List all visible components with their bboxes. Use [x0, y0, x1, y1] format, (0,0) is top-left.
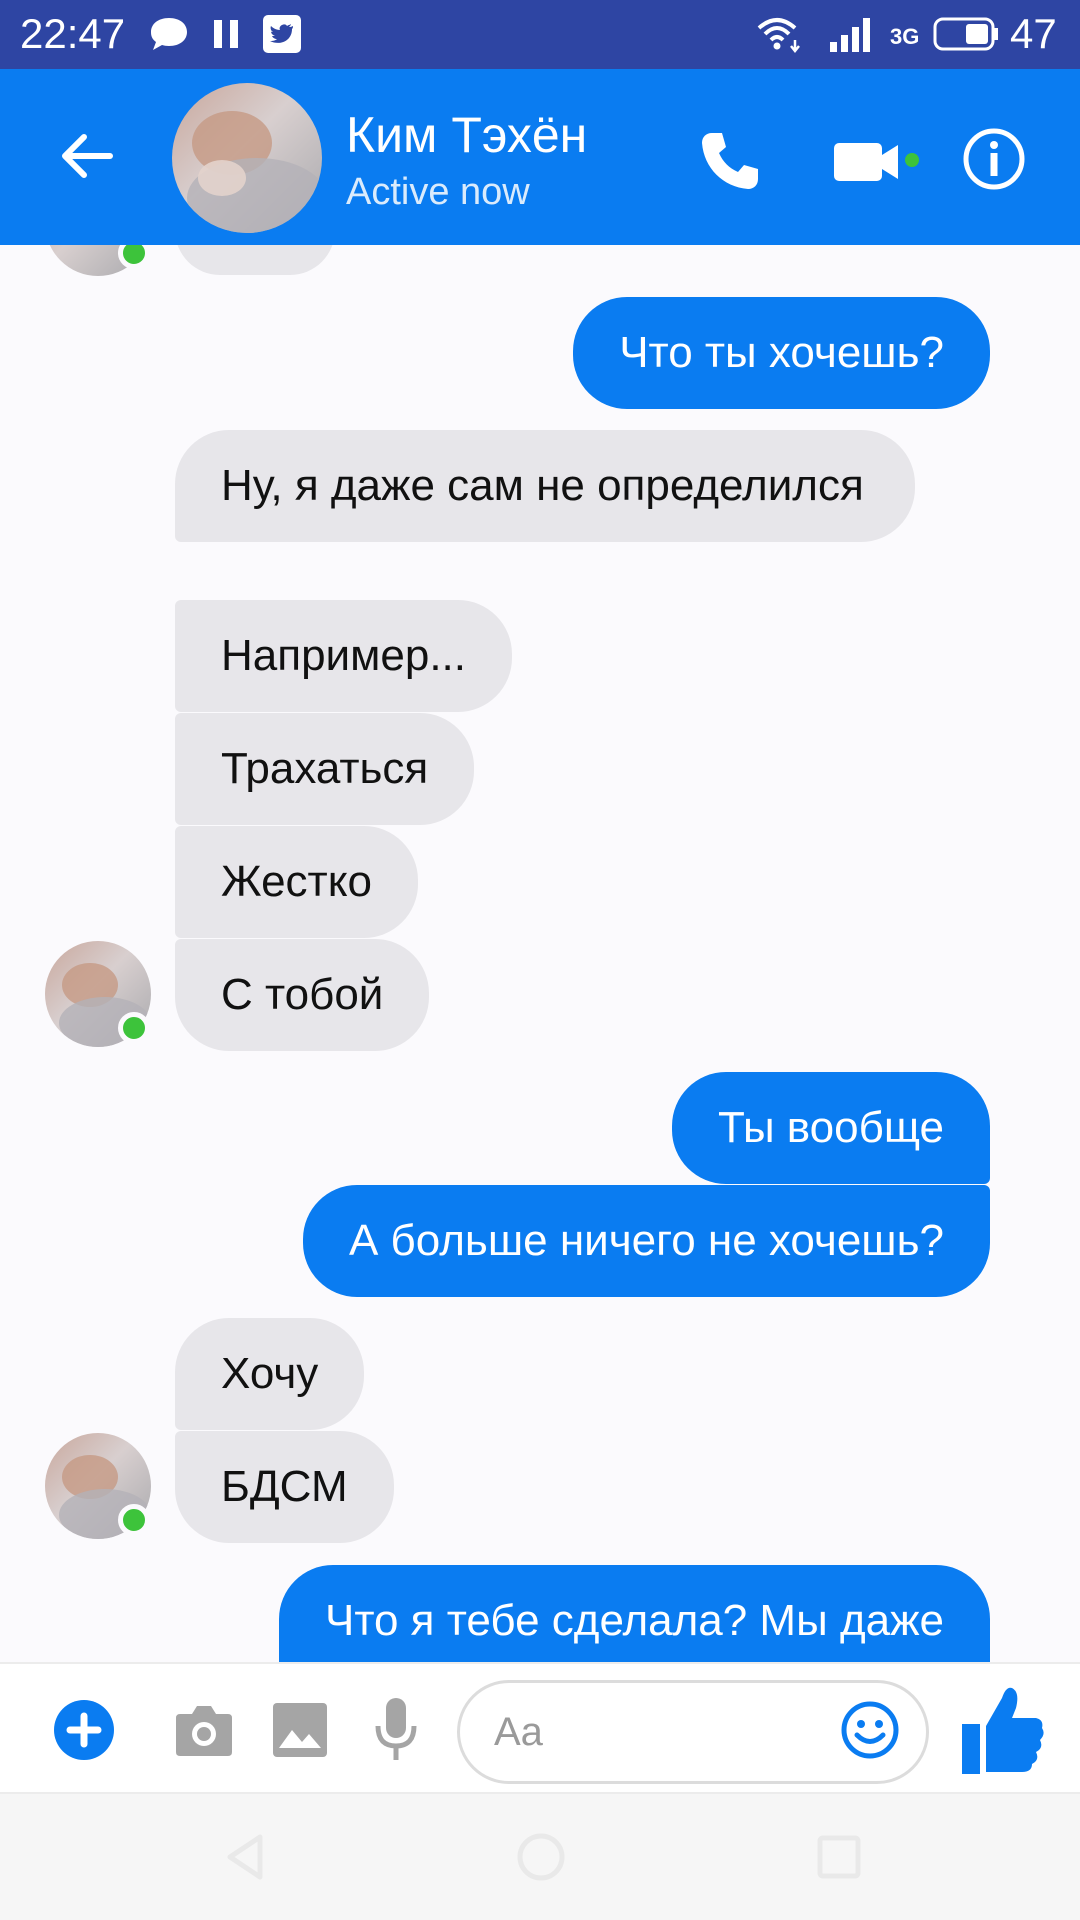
incoming-message[interactable]: Хочу [175, 1318, 365, 1430]
chat-notification-icon [151, 18, 187, 50]
twitter-notification-icon [263, 15, 301, 53]
outgoing-message[interactable]: А больше ничего не хочешь? [302, 1185, 990, 1297]
outgoing-message[interactable]: Что я тебе сделала? Мы даже [279, 1565, 990, 1662]
add-button[interactable] [52, 1698, 116, 1762]
message-composer [0, 1662, 1080, 1794]
conversation-header: Ким Тэхён Active now [0, 69, 1080, 245]
partial-incoming-bubble [175, 245, 335, 275]
nav-back-icon[interactable] [222, 1832, 266, 1882]
gallery-button[interactable] [270, 1700, 330, 1760]
cell-signal-icon [830, 18, 870, 52]
back-button[interactable] [58, 127, 116, 185]
info-button[interactable] [962, 127, 1026, 191]
incoming-message[interactable]: С тобой [175, 939, 430, 1051]
contact-name[interactable]: Ким Тэхён [346, 105, 587, 165]
microphone-button[interactable] [372, 1694, 420, 1766]
nav-home-icon[interactable] [516, 1832, 566, 1882]
camera-button[interactable] [172, 1700, 236, 1760]
contact-status: Active now [346, 171, 530, 213]
outgoing-message[interactable]: Ты вообще [672, 1072, 990, 1184]
incoming-message[interactable]: Ну, я даже сам не определился [175, 430, 915, 542]
online-indicator [118, 1504, 150, 1536]
battery-icon [933, 17, 998, 51]
system-navigation-bar [0, 1794, 1080, 1920]
status-time: 22:47 [20, 10, 126, 57]
video-call-button[interactable] [832, 133, 924, 189]
message-list[interactable]: Что ты хочешь? Ну, я даже сам не определ… [0, 245, 1080, 1662]
online-indicator [118, 1012, 150, 1044]
nav-recents-icon[interactable] [816, 1834, 862, 1880]
contact-avatar[interactable] [172, 83, 322, 233]
incoming-message[interactable]: БДСМ [175, 1431, 394, 1543]
contact-avatar-image [172, 83, 322, 233]
call-button[interactable] [698, 129, 762, 193]
incoming-message[interactable]: Жестко [175, 826, 418, 938]
pause-notification-icon [214, 20, 238, 48]
network-type: 3G [890, 24, 920, 49]
battery-level: 47 [1010, 10, 1057, 57]
like-button[interactable] [960, 1682, 1046, 1778]
emoji-button[interactable] [840, 1700, 900, 1760]
incoming-message[interactable]: Трахаться [175, 713, 475, 825]
status-bar: 22:47 3G 47 [0, 0, 1080, 69]
wifi-icon [757, 18, 800, 54]
outgoing-message[interactable]: Что ты хочешь? [573, 297, 990, 409]
incoming-message[interactable]: Например... [175, 600, 512, 712]
